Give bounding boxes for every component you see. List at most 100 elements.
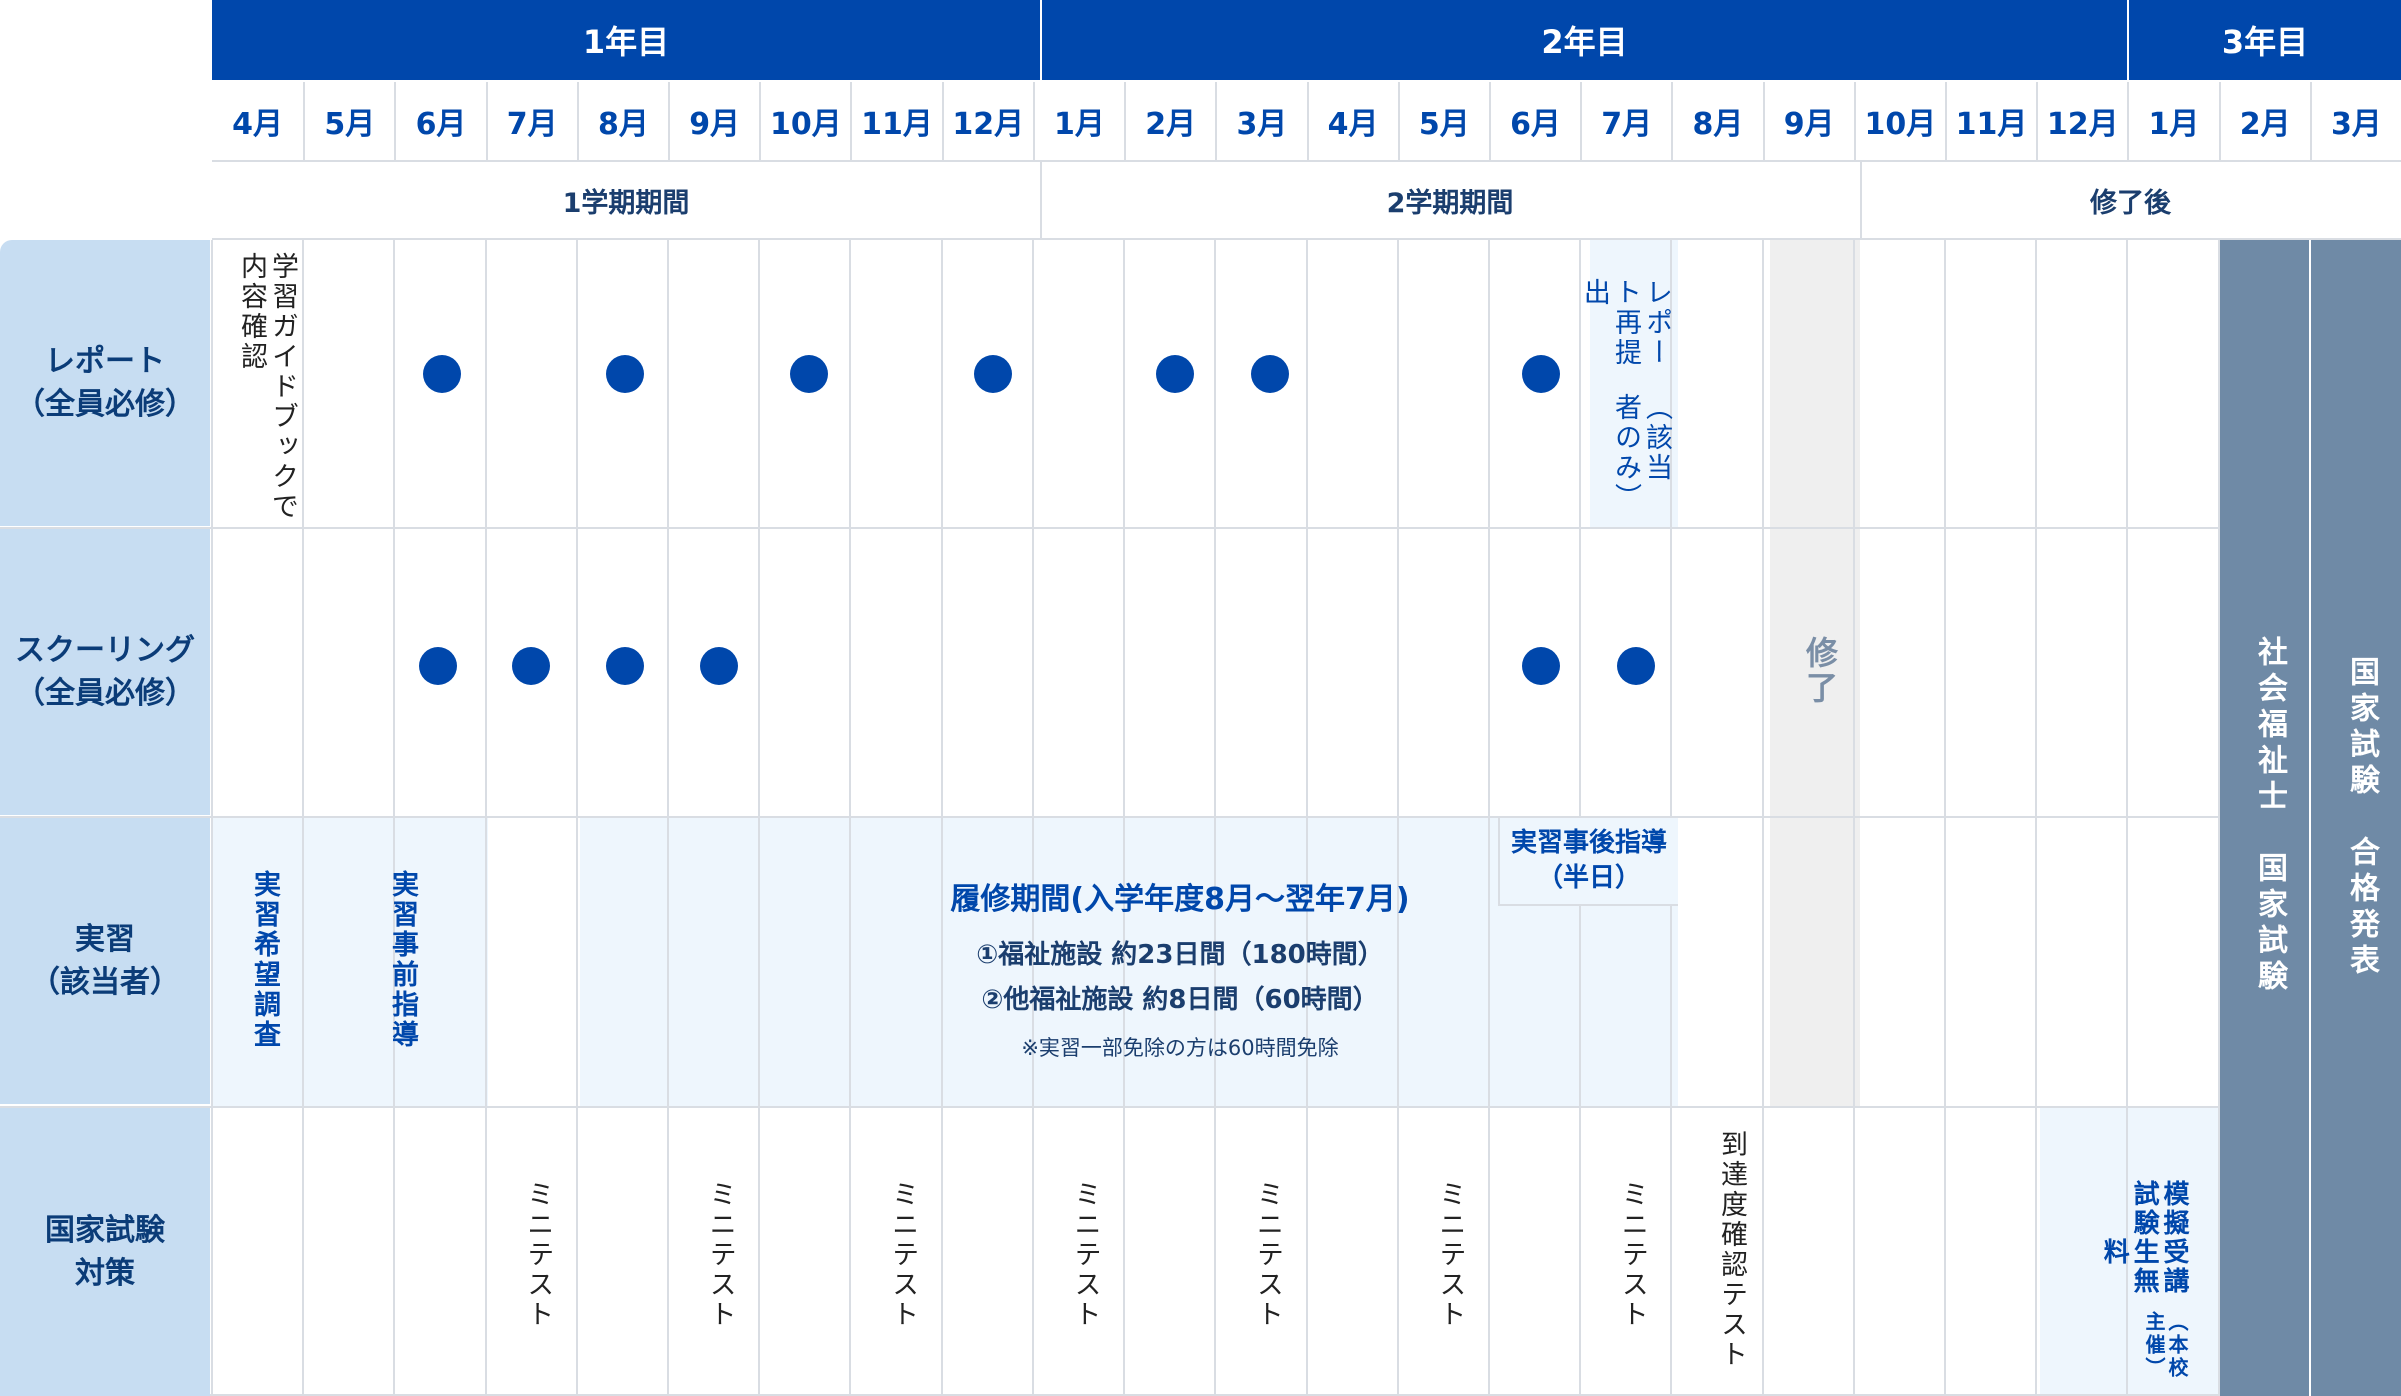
national-exam-label: 社会福祉士 国家試験 (2252, 636, 2287, 996)
month-15: 6月 (1488, 82, 1580, 160)
year-label: 1年目 (582, 23, 670, 61)
month-7: 10月 (759, 82, 850, 160)
post-guidance-note: （半日） (1536, 863, 1641, 893)
report-dot (606, 355, 644, 393)
report-dot (974, 355, 1012, 393)
month-19: 10月 (1853, 82, 1945, 160)
month-22: 1月 (2127, 82, 2218, 160)
row-title: スクーリング (15, 632, 195, 668)
schooling-dot (1617, 647, 1655, 685)
month-6: 9月 (668, 82, 759, 160)
post-guidance-title: 実習事後指導 (1510, 827, 1667, 858)
month-5: 8月 (576, 82, 668, 160)
term-3: 修了後 (1860, 162, 2401, 238)
mini-test-label: ミニテスト (1434, 1180, 1466, 1330)
report-dot (1522, 355, 1560, 393)
month-21: 12月 (2036, 82, 2127, 160)
term-label: 修了後 (2090, 187, 2171, 219)
month-8: 11月 (850, 82, 941, 160)
guide-note: 学習ガイドブックで内容確認 (235, 252, 298, 522)
grid-vline (1488, 240, 1490, 1396)
month-12: 3月 (1215, 82, 1306, 160)
results-label: 国家試験 合格発表 (2344, 656, 2379, 980)
schooling-dot (419, 647, 457, 685)
row-header-exam-prep: 国家試験 対策 (0, 1108, 210, 1396)
pre-guidance-label: 実習事前指導 (387, 870, 418, 1050)
year-header-1: 1年目 (212, 0, 1040, 80)
grid-vline (667, 240, 669, 1396)
grid-vline (1040, 160, 1042, 238)
report-dot (423, 355, 461, 393)
month-4: 7月 (485, 82, 577, 160)
row-header-practicum: 実習 （該当者） (0, 818, 210, 1104)
grid-vline (1123, 240, 1125, 1396)
practicum-item-2: ②他福祉施設 約8日間（60時間） (981, 985, 1379, 1015)
row-subtitle: （該当者） (30, 965, 180, 1000)
month-11: 2月 (1124, 82, 1215, 160)
term-1: 1学期期間 (212, 162, 1040, 238)
grid-vline (1860, 160, 1862, 238)
month-16: 7月 (1580, 82, 1671, 160)
schooling-dot (606, 647, 644, 685)
report-dot (790, 355, 828, 393)
row-title: 国家試験 (45, 1212, 165, 1248)
resubmit-label: レポート再提出 （該当者のみ） (1578, 278, 1672, 513)
month-20: 11月 (1944, 82, 2036, 160)
mock-exam-label: 模擬試験 受講生無料 （本校主催） (2099, 1180, 2189, 1380)
mini-test-label: ミニテスト (1616, 1180, 1648, 1330)
term-2: 2学期期間 (1040, 162, 1860, 238)
month-14: 5月 (1397, 82, 1489, 160)
schooling-dot (512, 647, 550, 685)
month-2: 5月 (303, 82, 394, 160)
month-9: 12月 (941, 82, 1033, 160)
grid-vline (941, 240, 943, 1396)
practicum-period-text: 履修期間(入学年度8月〜翌年7月) ①福祉施設 約23日間（180時間） ②他福… (900, 874, 1460, 1074)
grid-vline (849, 240, 851, 1396)
grid-vline (1032, 240, 1034, 1396)
grid-vline (485, 240, 487, 1396)
completion-label: 修了 (1801, 636, 1839, 706)
year-label: 2年目 (1541, 23, 1628, 61)
grid-hline (0, 1106, 2220, 1108)
month-18: 9月 (1762, 82, 1854, 160)
year-header-2: 2年目 (1042, 0, 2127, 80)
month-24: 3月 (2309, 82, 2401, 160)
year-label: 3年目 (2221, 23, 2309, 61)
survey-label: 実習希望調査 (249, 870, 280, 1050)
month-13: 4月 (1306, 82, 1398, 160)
mini-test-label: ミニテスト (704, 1180, 736, 1330)
grid-vline (393, 240, 395, 1396)
month-10: 1月 (1032, 82, 1124, 160)
mini-test-label: ミニテスト (887, 1180, 919, 1330)
practicum-note: ※実習一部免除の方は60時間免除 (1021, 1036, 1339, 1060)
month-17: 8月 (1671, 82, 1762, 160)
grid-vline (1397, 240, 1399, 1396)
grid-vline (1853, 240, 1855, 1396)
month-1: 4月 (232, 107, 284, 142)
row-subtitle: 対策 (75, 1256, 135, 1291)
practicum-item-1: ①福祉施設 約23日間（180時間） (976, 940, 1384, 970)
report-dot (1156, 355, 1194, 393)
mini-test-label: ミニテスト (1069, 1180, 1101, 1330)
row-subtitle: （全員必修） (15, 387, 195, 422)
achievement-test-label: 到達度確認テスト (1716, 1130, 1747, 1370)
grid-vline (1306, 240, 1308, 1396)
year-header-3: 3年目 (2129, 0, 2401, 80)
schooling-dot (700, 647, 738, 685)
practicum-period-title: 履修期間(入学年度8月〜翌年7月) (950, 882, 1410, 917)
mini-test-label: ミニテスト (522, 1180, 554, 1330)
grid-vline (2035, 240, 2037, 1396)
mini-test-label: ミニテスト (1251, 1180, 1283, 1330)
term-label: 2学期期間 (1386, 187, 1514, 219)
schooling-dot (1522, 647, 1560, 685)
month-23: 2月 (2218, 82, 2310, 160)
row-title: 実習 (75, 921, 135, 957)
grid-hline (0, 816, 2220, 818)
grid-vline (302, 240, 304, 1396)
grid-vline (1214, 240, 1216, 1396)
row-header-schooling: スクーリング （全員必修） (0, 529, 210, 815)
grid-vline (758, 240, 760, 1396)
row-header-report: レポート （全員必修） (0, 240, 210, 526)
grid-vline (1944, 240, 1946, 1396)
grid-vline (576, 240, 578, 1396)
